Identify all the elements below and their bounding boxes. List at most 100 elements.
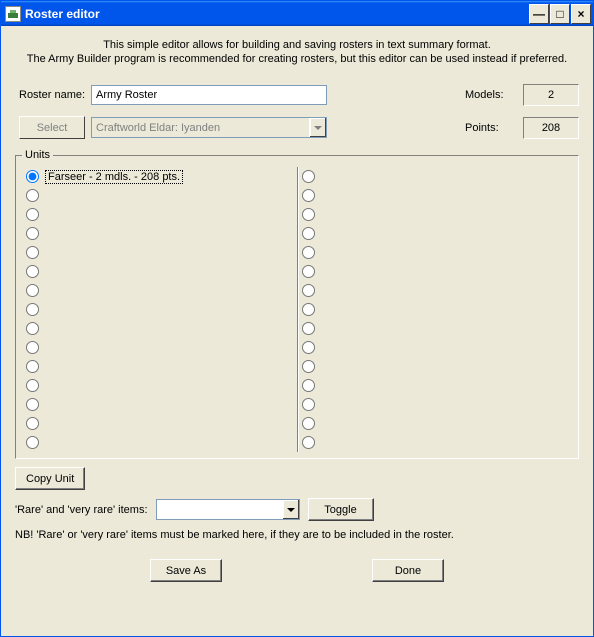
copy-unit-button[interactable]: Copy Unit xyxy=(15,467,85,490)
unit-slot[interactable] xyxy=(300,224,571,243)
rare-items-label: 'Rare' and 'very rare' items: xyxy=(15,504,148,516)
unit-slot[interactable] xyxy=(300,186,571,205)
unit-radio[interactable] xyxy=(26,208,39,221)
maximize-button[interactable]: □ xyxy=(550,4,570,24)
unit-slot[interactable] xyxy=(24,395,295,414)
unit-slot[interactable] xyxy=(300,205,571,224)
bottom-buttons: Save As Done xyxy=(15,559,579,582)
unit-slot[interactable] xyxy=(300,357,571,376)
unit-radio[interactable] xyxy=(302,303,315,316)
unit-radio[interactable] xyxy=(302,379,315,392)
unit-slot[interactable] xyxy=(24,357,295,376)
units-column-left: Farseer - 2 mdls. - 208 pts. xyxy=(22,167,298,452)
unit-radio[interactable] xyxy=(26,284,39,297)
unit-slot[interactable] xyxy=(24,319,295,338)
minimize-icon: — xyxy=(533,7,545,21)
roster-name-label: Roster name: xyxy=(15,89,91,101)
intro-line-1: This simple editor allows for building a… xyxy=(15,38,579,52)
unit-radio[interactable] xyxy=(302,189,315,202)
unit-slot[interactable] xyxy=(24,376,295,395)
done-button[interactable]: Done xyxy=(372,559,444,582)
window-title: Roster editor xyxy=(25,7,529,21)
app-icon xyxy=(5,6,21,22)
units-column-right xyxy=(298,167,573,452)
unit-slot[interactable]: Farseer - 2 mdls. - 208 pts. xyxy=(24,167,295,186)
unit-radio[interactable] xyxy=(302,398,315,411)
unit-slot[interactable] xyxy=(300,414,571,433)
unit-radio[interactable] xyxy=(302,227,315,240)
intro-line-2: The Army Builder program is recommended … xyxy=(15,52,579,66)
unit-radio[interactable] xyxy=(26,265,39,278)
unit-slot[interactable] xyxy=(24,243,295,262)
unit-radio[interactable] xyxy=(302,265,315,278)
unit-slot[interactable] xyxy=(300,376,571,395)
select-army-button: Select xyxy=(19,116,85,139)
points-value: 208 xyxy=(523,117,579,139)
units-group: Units Farseer - 2 mdls. - 208 pts. xyxy=(15,149,579,459)
maximize-icon: □ xyxy=(556,7,563,21)
toggle-button[interactable]: Toggle xyxy=(308,498,374,521)
unit-radio[interactable] xyxy=(302,246,315,259)
unit-radio[interactable] xyxy=(26,227,39,240)
unit-radio[interactable] xyxy=(26,360,39,373)
unit-radio[interactable] xyxy=(26,246,39,259)
close-button[interactable]: × xyxy=(571,4,591,24)
army-combo-dropdown-button xyxy=(309,118,326,137)
save-as-button[interactable]: Save As xyxy=(150,559,222,582)
rare-items-dropdown-button[interactable] xyxy=(282,500,299,519)
unit-radio[interactable] xyxy=(26,322,39,335)
unit-slot[interactable] xyxy=(300,319,571,338)
caption-buttons: — □ × xyxy=(529,4,591,24)
unit-label: Farseer - 2 mdls. - 208 pts. xyxy=(45,170,183,184)
unit-slot[interactable] xyxy=(24,300,295,319)
unit-slot[interactable] xyxy=(300,433,571,452)
unit-slot[interactable] xyxy=(300,395,571,414)
rare-items-row: 'Rare' and 'very rare' items: Toggle xyxy=(15,498,579,521)
unit-radio[interactable] xyxy=(302,436,315,449)
unit-radio[interactable] xyxy=(302,284,315,297)
unit-slot[interactable] xyxy=(300,243,571,262)
unit-radio[interactable] xyxy=(26,417,39,430)
unit-radio[interactable] xyxy=(26,170,39,183)
unit-slot[interactable] xyxy=(300,300,571,319)
unit-radio[interactable] xyxy=(302,417,315,430)
unit-slot[interactable] xyxy=(24,414,295,433)
rare-items-combo[interactable] xyxy=(156,499,300,520)
units-legend: Units xyxy=(22,149,53,161)
unit-slot[interactable] xyxy=(300,262,571,281)
unit-radio[interactable] xyxy=(26,398,39,411)
unit-radio[interactable] xyxy=(302,208,315,221)
unit-slot[interactable] xyxy=(24,262,295,281)
roster-name-input[interactable] xyxy=(91,85,327,105)
unit-radio[interactable] xyxy=(302,170,315,183)
models-label: Models: xyxy=(465,89,517,101)
unit-slot[interactable] xyxy=(300,281,571,300)
unit-radio[interactable] xyxy=(26,436,39,449)
unit-slot[interactable] xyxy=(24,433,295,452)
unit-radio[interactable] xyxy=(302,341,315,354)
copy-unit-row: Copy Unit xyxy=(15,467,579,490)
unit-radio[interactable] xyxy=(26,189,39,202)
rare-items-note: NB! 'Rare' or 'very rare' items must be … xyxy=(15,529,579,541)
roster-editor-window: Roster editor — □ × This simple editor a… xyxy=(0,0,594,637)
unit-slot[interactable] xyxy=(24,281,295,300)
unit-radio[interactable] xyxy=(26,341,39,354)
unit-slot[interactable] xyxy=(24,338,295,357)
unit-slot[interactable] xyxy=(24,186,295,205)
models-value: 2 xyxy=(523,84,579,106)
unit-radio[interactable] xyxy=(302,360,315,373)
unit-slot[interactable] xyxy=(24,205,295,224)
unit-radio[interactable] xyxy=(26,303,39,316)
unit-slot[interactable] xyxy=(300,167,571,186)
army-combo: Craftworld Eldar: Iyanden xyxy=(91,117,327,138)
unit-radio[interactable] xyxy=(302,322,315,335)
roster-name-row: Roster name: Models: 2 xyxy=(15,84,579,106)
unit-slot[interactable] xyxy=(24,224,295,243)
titlebar: Roster editor — □ × xyxy=(1,1,593,26)
army-combo-value: Craftworld Eldar: Iyanden xyxy=(92,118,309,137)
army-select-row: Select Craftworld Eldar: Iyanden Points:… xyxy=(15,116,579,139)
unit-radio[interactable] xyxy=(26,379,39,392)
points-label: Points: xyxy=(465,122,517,134)
unit-slot[interactable] xyxy=(300,338,571,357)
minimize-button[interactable]: — xyxy=(529,4,549,24)
